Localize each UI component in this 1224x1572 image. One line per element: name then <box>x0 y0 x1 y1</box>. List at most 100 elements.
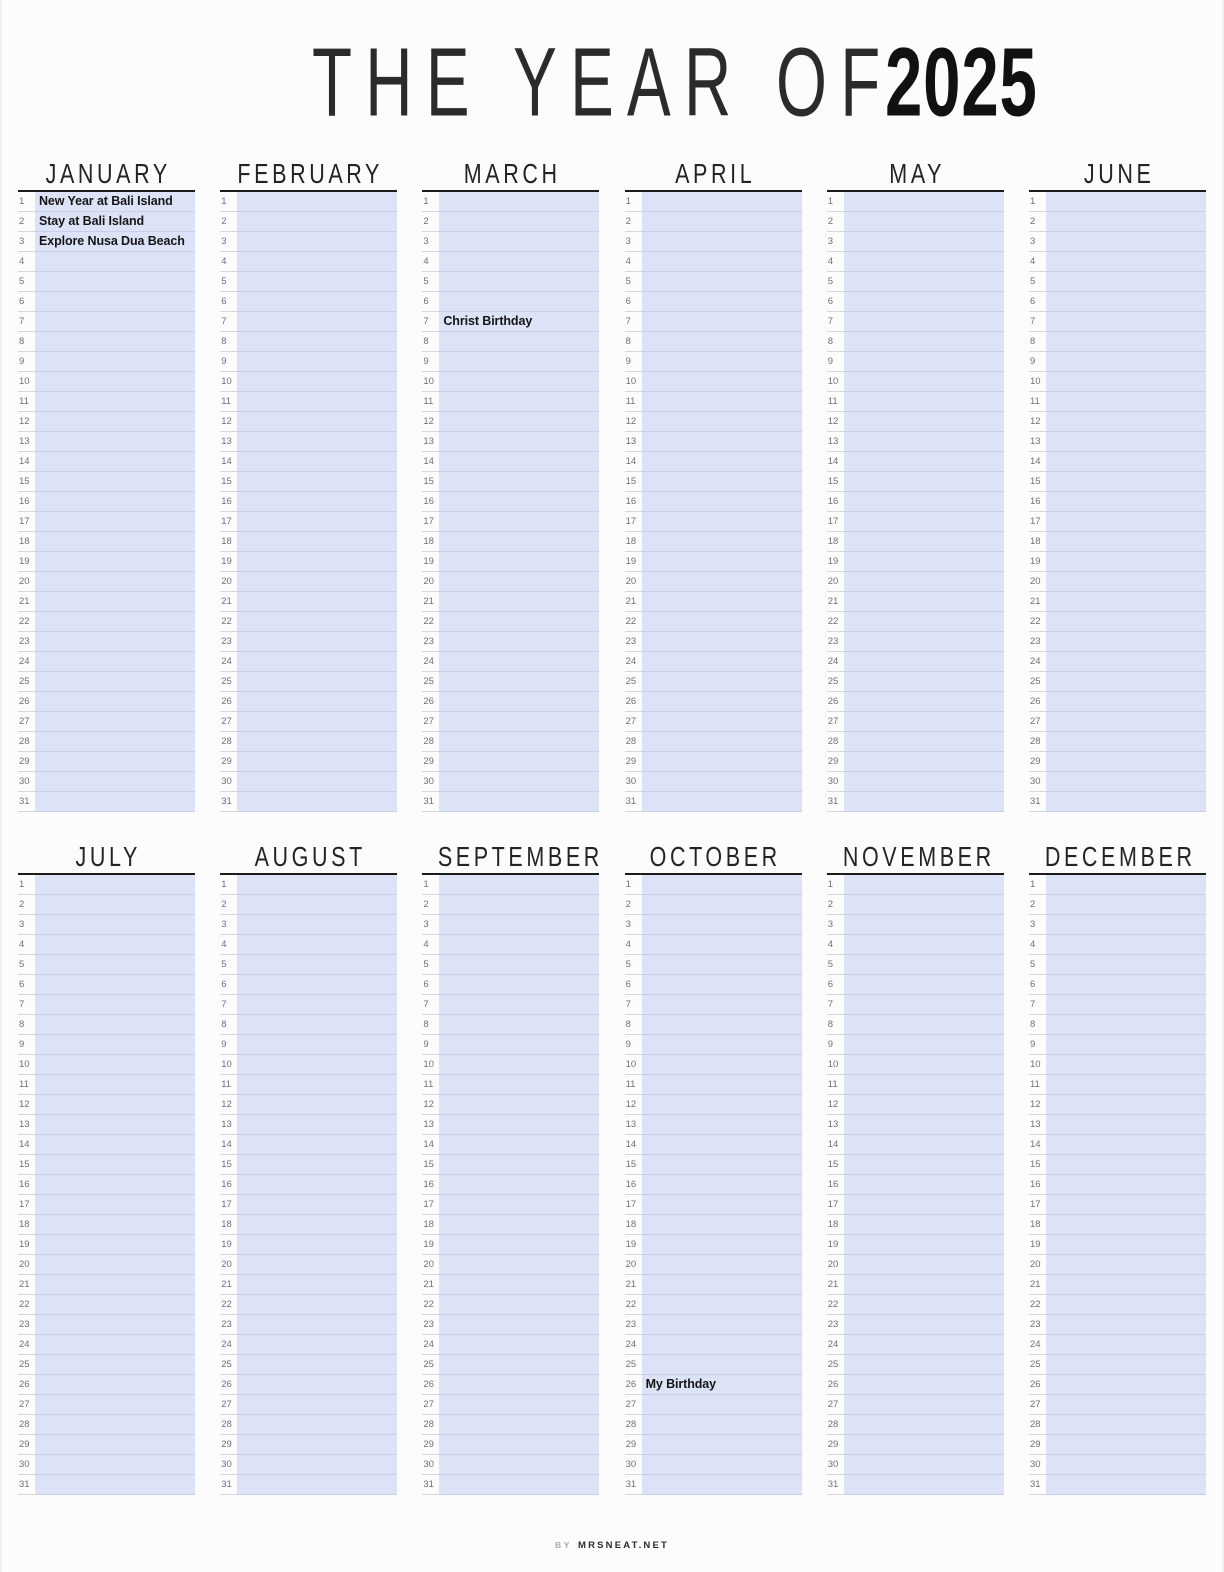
day-entry-field[interactable] <box>237 592 398 612</box>
day-entry-field[interactable] <box>439 292 600 312</box>
day-entry-field[interactable]: My Birthday <box>641 1375 802 1395</box>
day-entry-field[interactable] <box>35 1455 195 1475</box>
day-entry-field[interactable] <box>843 692 1004 712</box>
day-entry-field[interactable] <box>35 895 195 915</box>
day-entry-field[interactable] <box>237 212 398 232</box>
day-entry-field[interactable] <box>237 712 398 732</box>
day-entry-field[interactable] <box>843 1275 1004 1295</box>
day-entry-field[interactable] <box>439 1335 600 1355</box>
day-entry-field[interactable] <box>843 1175 1004 1195</box>
day-entry-field[interactable] <box>439 452 600 472</box>
day-entry-field[interactable] <box>35 1275 195 1295</box>
day-entry-field[interactable] <box>237 955 398 975</box>
day-entry-field[interactable] <box>843 712 1004 732</box>
day-entry-field[interactable] <box>843 392 1004 412</box>
day-entry-field[interactable] <box>439 272 600 292</box>
day-entry-field[interactable] <box>35 612 195 632</box>
day-entry-field[interactable] <box>1045 532 1206 552</box>
day-entry-field[interactable] <box>641 1315 802 1335</box>
day-entry-field[interactable] <box>237 432 398 452</box>
day-entry-field[interactable] <box>641 792 802 812</box>
day-entry-field[interactable] <box>1045 712 1206 732</box>
day-entry-field[interactable] <box>237 292 398 312</box>
day-entry-field[interactable] <box>237 1375 398 1395</box>
day-entry-field[interactable] <box>641 312 802 332</box>
day-entry-field[interactable] <box>1045 232 1206 252</box>
day-entry-field[interactable] <box>35 875 195 895</box>
day-entry-field[interactable] <box>439 712 600 732</box>
day-entry-field[interactable] <box>237 732 398 752</box>
day-entry-field[interactable] <box>1045 352 1206 372</box>
day-entry-field[interactable] <box>237 1435 398 1455</box>
day-entry-field[interactable] <box>35 572 195 592</box>
day-entry-field[interactable] <box>439 632 600 652</box>
day-entry-field[interactable] <box>237 792 398 812</box>
day-entry-field[interactable] <box>439 995 600 1015</box>
day-entry-field[interactable] <box>35 1035 195 1055</box>
day-entry-field[interactable] <box>35 652 195 672</box>
day-entry-field[interactable] <box>237 1415 398 1435</box>
day-entry-field[interactable] <box>843 935 1004 955</box>
day-entry-field[interactable] <box>1045 732 1206 752</box>
day-entry-field[interactable] <box>641 955 802 975</box>
day-entry-field[interactable] <box>641 1255 802 1275</box>
day-entry-field[interactable] <box>843 1035 1004 1055</box>
day-entry-field[interactable] <box>439 1075 600 1095</box>
day-entry-field[interactable] <box>35 955 195 975</box>
day-entry-field[interactable] <box>439 412 600 432</box>
day-entry-field[interactable] <box>1045 1175 1206 1195</box>
day-entry-field[interactable] <box>641 712 802 732</box>
day-entry-field[interactable] <box>237 372 398 392</box>
day-entry-field[interactable] <box>1045 1155 1206 1175</box>
day-entry-field[interactable] <box>641 252 802 272</box>
day-entry-field[interactable] <box>237 512 398 532</box>
day-entry-field[interactable] <box>641 1235 802 1255</box>
day-entry-field[interactable] <box>439 1115 600 1135</box>
day-entry-field[interactable] <box>237 772 398 792</box>
day-entry-field[interactable] <box>1045 252 1206 272</box>
day-entry-field[interactable] <box>843 1355 1004 1375</box>
day-entry-field[interactable] <box>1045 292 1206 312</box>
day-entry-field[interactable] <box>1045 452 1206 472</box>
day-entry-field[interactable] <box>439 1355 600 1375</box>
day-entry-field[interactable] <box>237 1275 398 1295</box>
day-entry-field[interactable] <box>439 1255 600 1275</box>
day-entry-field[interactable] <box>843 1435 1004 1455</box>
day-entry-field[interactable] <box>843 1295 1004 1315</box>
day-entry-field[interactable] <box>641 392 802 412</box>
day-entry-field[interactable] <box>843 492 1004 512</box>
day-entry-field[interactable] <box>843 995 1004 1015</box>
day-entry-field[interactable] <box>843 975 1004 995</box>
day-entry-field[interactable] <box>35 1075 195 1095</box>
day-entry-field[interactable] <box>439 1035 600 1055</box>
day-entry-field[interactable] <box>35 312 195 332</box>
day-entry-field[interactable] <box>237 352 398 372</box>
day-entry-field[interactable] <box>439 1215 600 1235</box>
day-entry-field[interactable] <box>843 1335 1004 1355</box>
day-entry-field[interactable] <box>843 432 1004 452</box>
day-entry-field[interactable] <box>641 1355 802 1375</box>
day-entry-field[interactable] <box>35 432 195 452</box>
day-entry-field[interactable] <box>35 1155 195 1175</box>
day-entry-field[interactable] <box>1045 792 1206 812</box>
day-entry-field[interactable] <box>641 1075 802 1095</box>
day-entry-field[interactable] <box>439 1275 600 1295</box>
day-entry-field[interactable] <box>35 772 195 792</box>
day-entry-field[interactable] <box>35 492 195 512</box>
day-entry-field[interactable] <box>1045 392 1206 412</box>
day-entry-field[interactable] <box>35 935 195 955</box>
day-entry-field[interactable] <box>439 532 600 552</box>
day-entry-field[interactable] <box>641 672 802 692</box>
day-entry-field[interactable] <box>641 612 802 632</box>
day-entry-field[interactable] <box>843 332 1004 352</box>
day-entry-field[interactable] <box>641 1135 802 1155</box>
day-entry-field[interactable] <box>641 1415 802 1435</box>
day-entry-field[interactable] <box>843 895 1004 915</box>
day-entry-field[interactable] <box>439 975 600 995</box>
footer-site-link[interactable]: MRSNEAT.NET <box>578 1540 669 1551</box>
day-entry-field[interactable] <box>1045 1075 1206 1095</box>
day-entry-field[interactable] <box>843 1235 1004 1255</box>
day-entry-field[interactable] <box>843 552 1004 572</box>
day-entry-field[interactable] <box>1045 1295 1206 1315</box>
day-entry-field[interactable] <box>843 1315 1004 1335</box>
